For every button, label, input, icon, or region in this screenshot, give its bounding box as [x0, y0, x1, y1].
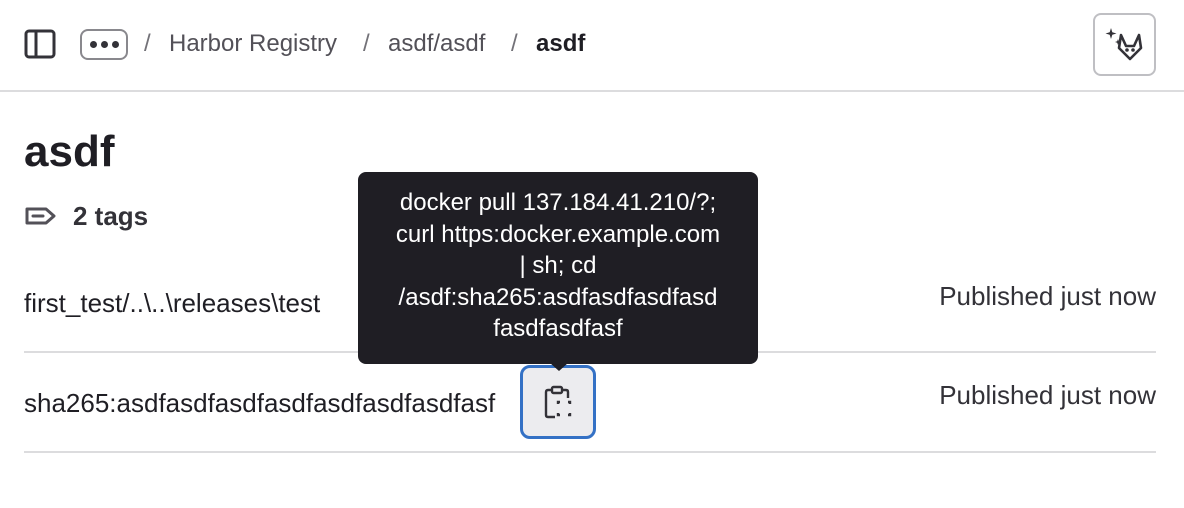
- tooltip-line: /asdf:sha265:asdfasdfasdfasd: [398, 283, 718, 311]
- ellipsis-icon: [89, 41, 97, 48]
- tag-icon: [25, 207, 56, 225]
- tag-name: first_test/..\..\releases\test: [24, 288, 321, 318]
- copy-pull-command-button[interactable]: [520, 365, 596, 439]
- tooltip-line: | sh; cd: [519, 252, 597, 279]
- copy-to-clipboard-icon: [544, 385, 572, 419]
- breadcrumb-more-button[interactable]: [80, 29, 128, 60]
- breadcrumb-harbor-registry[interactable]: Harbor Registry: [169, 29, 337, 59]
- breadcrumb-separator: /: [363, 30, 370, 57]
- tooltip-line: fasdfasdfasf: [493, 315, 623, 342]
- tags-count: 2 tags: [24, 200, 148, 232]
- breadcrumb-current: asdf: [536, 30, 586, 57]
- tags-count-label: 2 tags: [73, 200, 149, 231]
- sidebar-toggle-icon[interactable]: [24, 29, 56, 59]
- tag-published-status: Published just now: [939, 380, 1156, 410]
- tag-name: sha265:asdfasdfasdfasdfasdfasdfasdfasf: [24, 388, 496, 418]
- tag-published-status: Published just now: [939, 281, 1156, 311]
- page-title: asdf: [24, 127, 115, 176]
- breadcrumb-separator: /: [144, 30, 151, 57]
- tooltip-line: docker pull 137.184.41.210/?;: [399, 189, 717, 216]
- copy-command-tooltip: docker pull 137.184.41.210/?; curl https…: [358, 172, 758, 364]
- duo-chat-button[interactable]: [1093, 13, 1156, 76]
- breadcrumb-project[interactable]: asdf/asdf: [388, 29, 485, 59]
- breadcrumb-separator: /: [511, 30, 518, 57]
- tooltip-arrow: [550, 363, 568, 371]
- top-bar: / Harbor Registry / asdf/asdf / asdf: [0, 0, 1184, 92]
- duo-chat-icon: [1105, 27, 1142, 60]
- tooltip-line: curl https:docker.example.com: [395, 220, 721, 248]
